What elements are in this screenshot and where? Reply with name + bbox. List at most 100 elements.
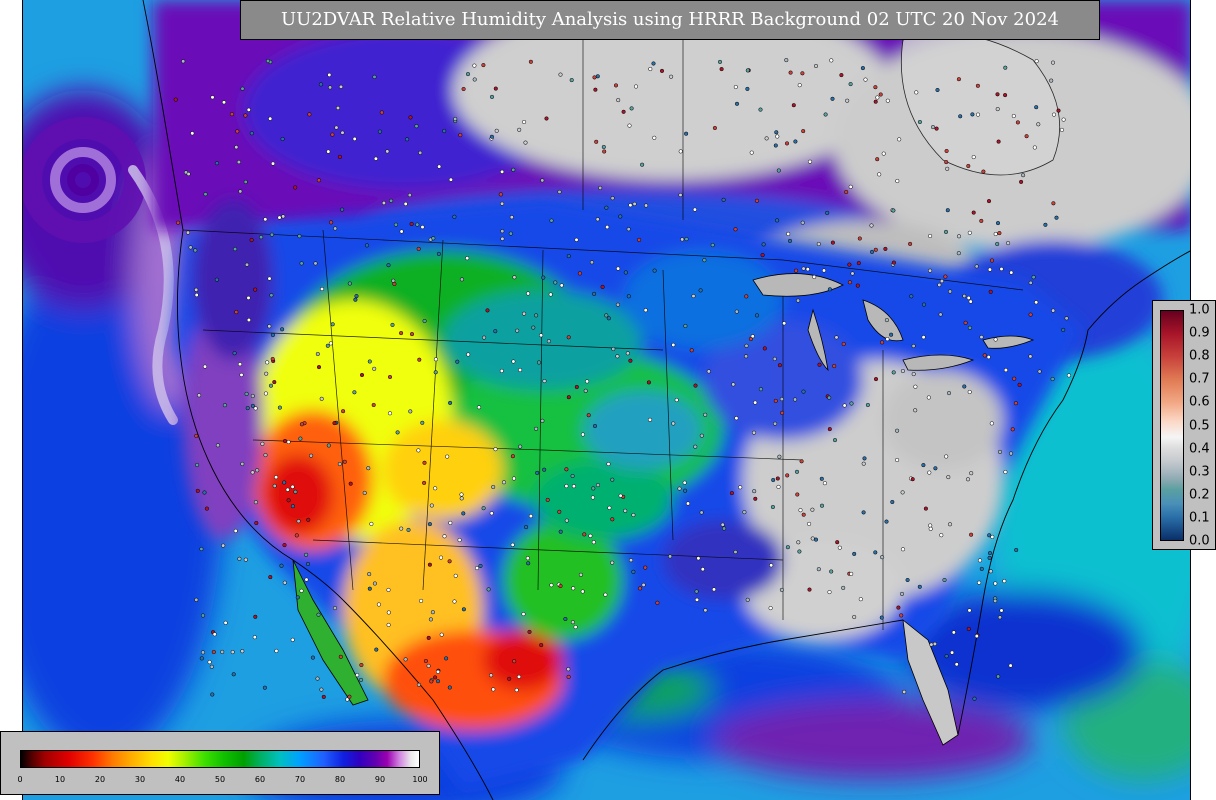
station-marker [962,293,967,299]
station-marker [694,589,699,594]
station-marker [211,649,216,655]
station-marker [592,291,597,296]
station-marker [797,549,802,554]
station-marker [699,433,704,438]
station-marker [623,508,628,513]
station-marker [703,412,708,417]
station-marker [944,160,949,165]
station-marker [408,409,413,414]
station-marker [895,178,900,184]
station-marker [243,179,248,184]
station-marker [347,694,352,699]
station-marker [782,321,787,326]
station-marker [841,341,846,347]
station-marker [1051,112,1057,117]
station-marker [558,72,563,77]
station-marker [813,63,819,69]
station-marker [877,172,882,177]
station-marker [678,149,683,154]
station-marker [246,107,251,112]
station-marker [527,629,532,634]
station-marker [433,675,438,680]
station-marker [834,335,839,340]
station-marker [699,510,704,515]
station-marker [236,160,241,165]
station-marker [509,215,514,220]
station-marker [975,112,981,117]
station-marker [900,547,906,552]
station-marker [902,689,907,694]
station-marker [821,268,827,273]
station-marker [437,164,442,169]
station-marker [749,150,754,155]
station-marker [933,466,938,471]
station-marker [330,132,335,137]
station-marker [852,551,857,556]
station-marker [971,210,976,215]
station-marker [761,242,766,247]
station-marker [616,266,621,271]
station-marker [267,324,272,329]
station-marker [967,389,972,395]
station-marker [863,77,868,82]
station-marker [678,192,683,198]
station-marker [277,405,282,410]
station-marker [305,561,311,567]
station-marker [615,302,620,307]
station-marker [442,534,447,539]
station-marker [784,58,789,63]
station-marker [830,96,835,101]
station-marker [558,529,563,534]
station-marker [816,241,821,247]
station-marker [1010,427,1015,432]
station-marker [422,318,427,324]
station-marker [968,299,973,304]
station-marker [417,357,422,362]
station-marker [435,679,441,684]
station-marker [498,192,503,197]
station-marker [359,662,364,668]
station-marker [962,384,967,389]
station-marker [878,92,883,97]
station-marker [313,261,318,266]
station-marker [465,256,470,261]
station-marker [775,476,780,481]
station-marker [706,369,711,374]
station-marker [252,635,257,640]
station-marker [481,506,486,511]
station-marker [414,124,419,129]
station-marker [819,503,825,508]
station-marker [855,283,860,288]
station-marker [299,588,304,593]
station-marker [390,322,395,327]
station-marker [772,356,777,361]
station-marker [842,403,847,408]
station-marker [280,136,285,142]
station-marker [1066,373,1071,378]
analysis-colorbar-tick: 0.1 [1189,510,1210,526]
station-marker [499,368,504,373]
station-marker [775,218,780,223]
station-marker [557,189,562,194]
station-marker [304,552,309,557]
station-marker [485,308,490,313]
station-marker [873,377,879,382]
station-marker [474,566,480,571]
station-marker [947,522,953,527]
station-marker [566,674,571,679]
station-marker [536,360,542,365]
station-marker [972,696,977,701]
station-marker [844,189,849,195]
station-marker [927,470,932,475]
station-marker [428,617,433,622]
station-marker [265,58,271,64]
station-marker [986,355,991,360]
analysis-colorbar-strip [1160,310,1184,541]
station-marker [796,298,801,303]
station-marker [996,674,1001,679]
station-marker [996,139,1001,144]
station-marker [995,221,1001,226]
station-marker [574,237,579,242]
station-marker [333,226,338,231]
station-marker [785,473,790,478]
